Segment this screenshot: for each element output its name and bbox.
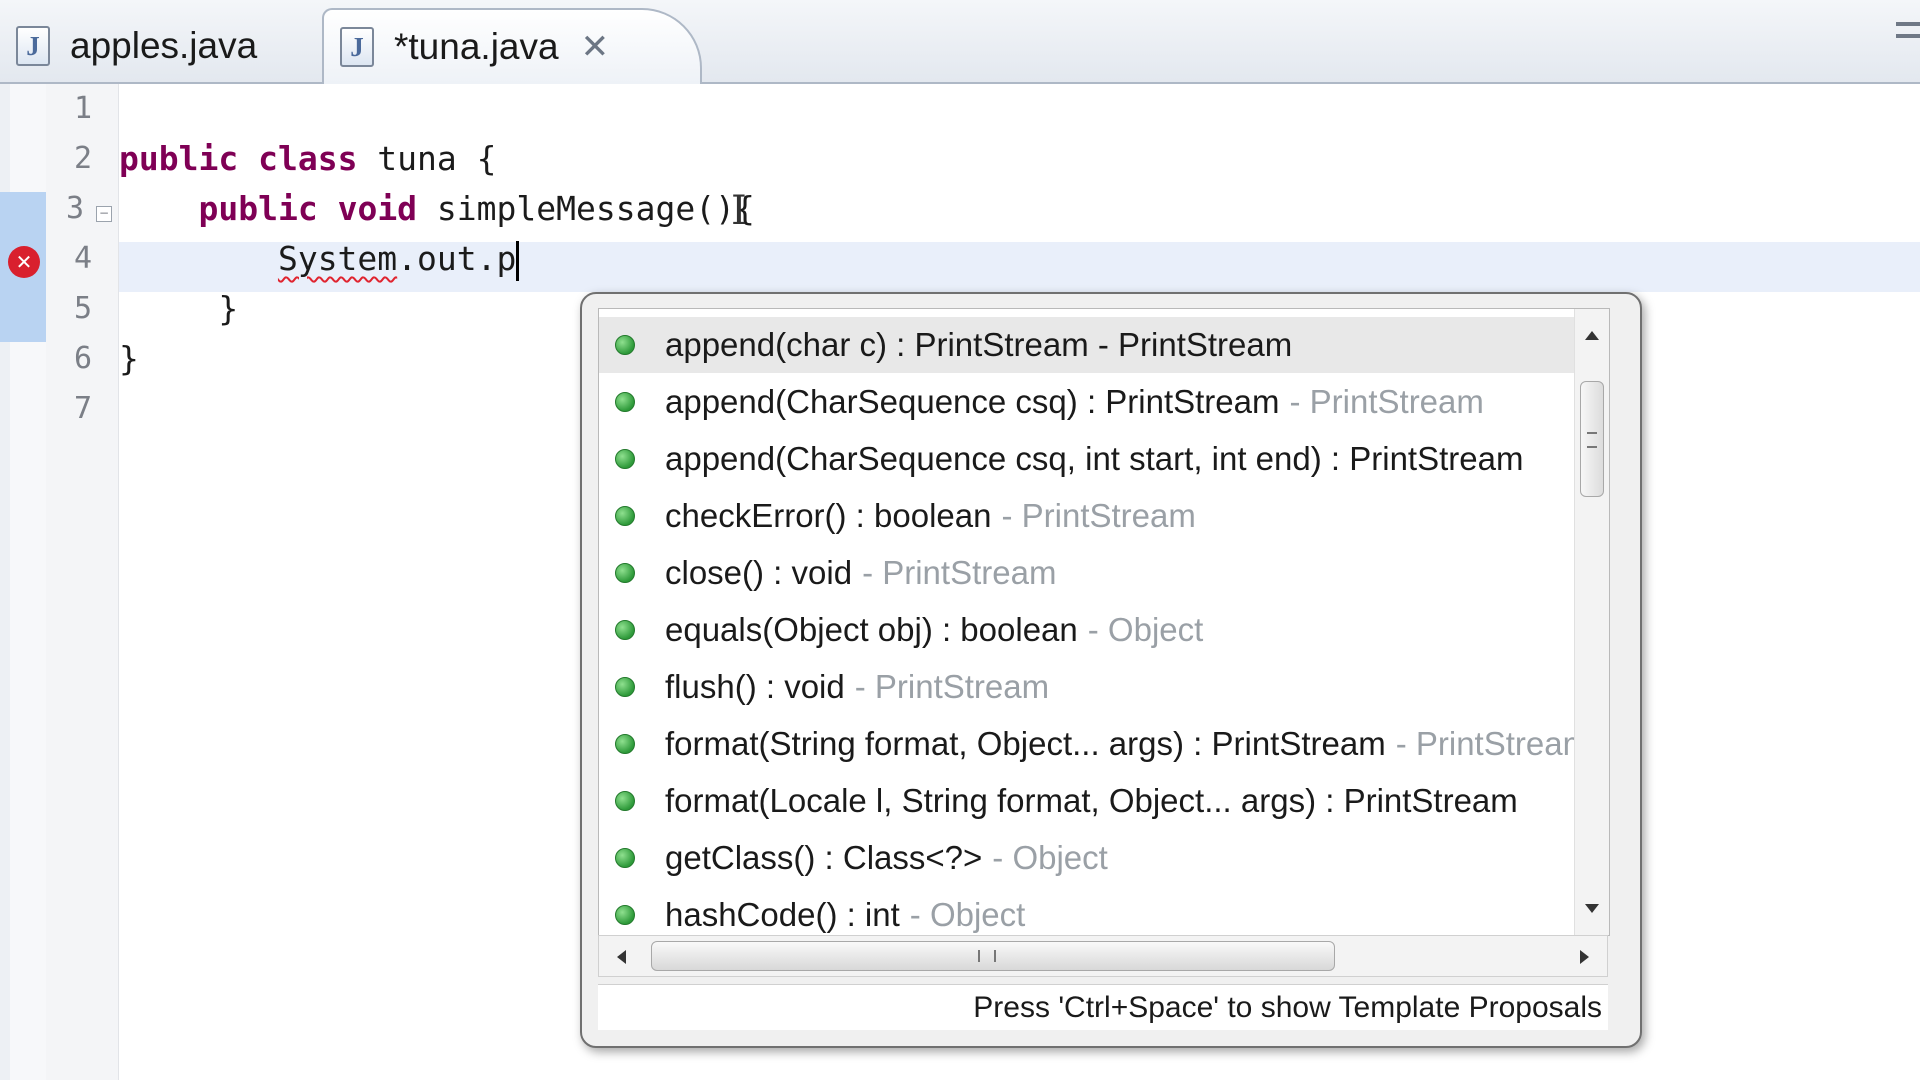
tab-tuna-java[interactable]: J *tuna.java ✕ — [322, 8, 702, 84]
proposal-item[interactable]: checkError() : boolean - PrintStream — [599, 488, 1575, 544]
public-method-icon — [615, 620, 635, 640]
code-line-2: public class tuna { — [119, 139, 497, 178]
tab-label: apples.java — [70, 25, 258, 66]
code-line-3: public void simpleMessage(){ — [198, 189, 755, 228]
proposal-item[interactable]: format(Locale l, String format, Object..… — [599, 773, 1575, 829]
public-method-icon — [615, 791, 635, 811]
scroll-right-arrow-icon[interactable] — [1580, 950, 1589, 964]
line-number: 6 — [73, 341, 92, 376]
fold-collapse-icon[interactable]: − — [96, 206, 112, 222]
vertical-scroll-thumb[interactable] — [1580, 381, 1604, 497]
line-number: 5 — [73, 291, 92, 326]
text-caret — [516, 240, 520, 281]
horizontal-scroll-thumb[interactable] — [651, 941, 1335, 971]
line-number: 4 — [73, 241, 92, 276]
public-method-icon — [615, 905, 635, 925]
proposal-item[interactable]: append(CharSequence csq) : PrintStream - … — [599, 374, 1575, 430]
java-file-icon: J — [16, 26, 50, 66]
public-method-icon — [615, 506, 635, 526]
horizontal-scrollbar[interactable] — [598, 935, 1608, 977]
public-method-icon — [615, 563, 635, 583]
proposal-item[interactable]: flush() : void - PrintStream — [599, 659, 1575, 715]
scroll-down-arrow-icon[interactable] — [1585, 904, 1599, 913]
public-method-icon — [615, 449, 635, 469]
proposal-item[interactable]: equals(Object obj) : boolean - Object — [599, 602, 1575, 658]
java-file-icon: J — [340, 27, 374, 67]
proposal-item[interactable]: close() : void - PrintStream — [599, 545, 1575, 601]
tab-label: *tuna.java — [394, 26, 559, 67]
code-line-5: } — [218, 289, 239, 328]
proposal-item[interactable]: append(char c) : PrintStream - PrintStre… — [599, 317, 1575, 373]
proposal-item[interactable]: getClass() : Class<?> - Object — [599, 830, 1575, 886]
proposal-item[interactable]: hashCode() : int - Object — [599, 887, 1575, 935]
code-line-6: } — [119, 339, 139, 378]
tab-apples-java[interactable]: J apples.java — [0, 8, 318, 84]
vertical-scrollbar[interactable] — [1574, 309, 1609, 935]
line-number-ruler: 1 2 3 4 5 6 7 — [46, 84, 119, 1080]
public-method-icon — [615, 677, 635, 697]
proposal-list[interactable]: append(char c) : PrintStream - PrintStre… — [598, 308, 1610, 936]
public-method-icon — [615, 392, 635, 412]
mouse-ibeam-cursor: I — [731, 188, 747, 234]
code-line-4: System.out.p — [119, 234, 520, 284]
line-number: 3 — [65, 191, 84, 226]
public-method-icon — [615, 734, 635, 754]
proposal-item[interactable]: format(String format, Object... args) : … — [599, 716, 1575, 772]
proposal-item[interactable]: append(CharSequence csq, int start, int … — [599, 431, 1575, 487]
line-number: 7 — [73, 391, 92, 426]
scroll-left-arrow-icon[interactable] — [617, 950, 626, 964]
scroll-up-arrow-icon[interactable] — [1585, 331, 1599, 340]
content-assist-popup: append(char c) : PrintStream - PrintStre… — [580, 292, 1642, 1048]
public-method-icon — [615, 848, 635, 868]
close-tab-icon[interactable]: ✕ — [581, 30, 610, 64]
view-menu-icon[interactable] — [1896, 22, 1920, 46]
content-assist-status: Press 'Ctrl+Space' to show Template Prop… — [598, 984, 1608, 1030]
line-number: 2 — [73, 141, 92, 176]
line-number: 1 — [73, 91, 92, 126]
error-marker-icon[interactable]: ✕ — [8, 246, 40, 278]
error-squiggle: System — [277, 239, 398, 278]
public-method-icon — [615, 335, 635, 355]
editor-tab-bar: J apples.java J *tuna.java ✕ — [0, 0, 1920, 84]
